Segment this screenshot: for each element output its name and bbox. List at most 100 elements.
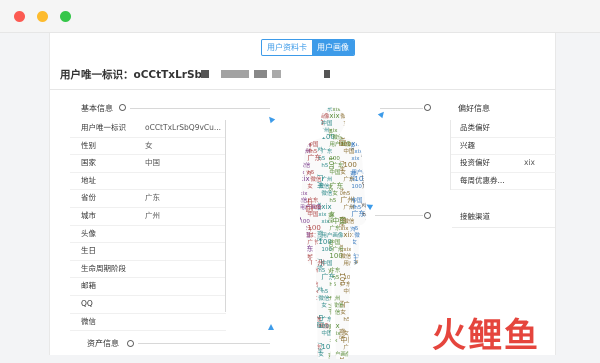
wordcloud-word: 微信	[294, 160, 302, 172]
wordcloud-word: 微信	[305, 282, 313, 294]
wordcloud-word: 女	[343, 119, 349, 127]
wordcloud-word: 100	[354, 261, 365, 267]
watermark-logo: 火 鲤 鱼	[432, 318, 538, 354]
wordcloud-word: 广东	[321, 315, 333, 323]
field-label: 兴趣	[460, 140, 475, 150]
wordcloud-word: 100	[299, 105, 312, 113]
wordcloud-word: h5	[362, 324, 369, 330]
wordcloud-word: 100	[354, 175, 367, 183]
wordcloud-word: 中国	[321, 259, 333, 267]
wordcloud-word: 微信	[299, 161, 311, 169]
redaction-block	[254, 70, 267, 78]
wordcloud-word: 女	[340, 308, 346, 316]
wordcloud-word: 女	[340, 168, 346, 176]
wordcloud-word: 广东	[365, 118, 378, 127]
wordcloud-word: h5	[318, 156, 325, 162]
wordcloud-word: 100	[307, 338, 318, 344]
logo-char: 鱼	[504, 316, 538, 356]
wordcloud-word: h5	[365, 345, 372, 351]
wordcloud-word: xix	[365, 259, 375, 267]
field-label: 用户唯一标识	[81, 123, 126, 132]
field-value: 女	[145, 140, 153, 150]
field-value: 广州	[145, 210, 160, 220]
wordcloud-word: 微信	[327, 352, 335, 363]
wordcloud-word: 微信	[332, 301, 344, 309]
table-row: 品类偏好	[451, 120, 556, 138]
connector-node	[424, 212, 431, 219]
wordcloud-word: 女	[362, 126, 368, 134]
table-row: 国家 中国	[70, 155, 226, 173]
wordcloud-word: 中国	[321, 119, 333, 127]
wordcloud-word: 微信	[294, 272, 302, 284]
wordcloud-word: 微信	[360, 286, 368, 298]
wordcloud-word: 微信	[340, 112, 352, 120]
field-label: 邮箱	[81, 281, 96, 291]
table-row: 省份 广东	[70, 190, 226, 208]
wordcloud-word: 广州	[360, 230, 369, 244]
user-portrait-wordcloud: 100微信广东 xix h5广州中国女 用户画像100xix 微信 广州h5广东 100中国…	[294, 105, 378, 363]
wordcloud-word: 中国	[321, 329, 333, 337]
wordcloud-word: xix	[305, 310, 311, 319]
connector-node	[424, 104, 431, 111]
wordcloud-word: 广东	[299, 244, 313, 253]
wordcloud-word: 中国	[307, 350, 319, 358]
field-label: 每周优惠券...	[460, 175, 505, 185]
wordcloud-word: xix	[321, 203, 331, 211]
tab-user-portrait[interactable]: 用户画像	[312, 40, 354, 55]
table-row: 用户唯一标识 oCCtTxLrSbQ9vCu...	[70, 120, 226, 138]
minimize-window-button[interactable]	[37, 11, 48, 22]
maximize-window-button[interactable]	[60, 11, 71, 22]
table-row: 投资偏好 xix	[451, 155, 556, 173]
wordcloud-word: 广东	[299, 287, 311, 295]
wordcloud-word: 微信	[329, 308, 341, 316]
wordcloud-word: 广东	[340, 280, 352, 288]
wordcloud-word: 微信	[332, 133, 344, 141]
wordcloud-word: 广州	[294, 356, 303, 363]
table-row: 城市 广州	[70, 208, 226, 226]
wordcloud-word: xix	[343, 247, 352, 253]
wordcloud-word: xix	[329, 338, 338, 344]
wordcloud-word: 微信	[351, 336, 363, 344]
wordcloud-word: 女	[360, 342, 368, 348]
wordcloud-word: 微信	[354, 119, 366, 127]
wordcloud-word: 广州	[349, 282, 357, 293]
wordcloud-word: 广州	[349, 114, 358, 128]
wordcloud-word: xix	[351, 350, 361, 358]
wordcloud-word: 微信	[351, 126, 363, 134]
wordcloud-word: 女	[310, 231, 316, 239]
wordcloud-word: 女	[307, 182, 313, 190]
wordcloud-word: h5	[299, 135, 306, 141]
wordcloud-word: 广东	[299, 329, 311, 337]
wordcloud-word: 微信	[349, 338, 357, 350]
wordcloud-word: h5	[299, 345, 306, 351]
redaction-block	[272, 70, 281, 78]
wordcloud-word: 女	[365, 147, 371, 155]
field-label: 生日	[81, 246, 96, 256]
table-row: 头像	[70, 226, 226, 244]
view-tabs: 用户资料卡 用户画像	[261, 39, 355, 56]
wordcloud-word: 女	[351, 238, 357, 246]
table-row: 地址	[70, 173, 226, 191]
wordcloud-word: 广东	[332, 161, 344, 169]
wordcloud-word: 女	[296, 112, 302, 120]
tab-user-profile-card[interactable]: 用户资料卡	[262, 40, 312, 55]
close-window-button[interactable]	[14, 11, 25, 22]
wordcloud-word: xix	[360, 258, 366, 267]
redaction-block	[201, 70, 209, 78]
wordcloud-word: 100	[299, 315, 312, 323]
wordcloud-word: 100	[307, 128, 318, 134]
wordcloud-word: 微信	[354, 231, 366, 239]
wordcloud-word: 广东	[365, 328, 378, 337]
wordcloud-word: 广东	[343, 343, 355, 351]
wordcloud-word: 100	[343, 161, 356, 169]
wordcloud-word: 100	[338, 356, 344, 363]
connector-line	[375, 215, 423, 216]
wordcloud-word: 中国	[329, 168, 341, 176]
wordcloud-word: 用户画像	[365, 287, 378, 295]
wordcloud-word: 微信	[360, 146, 368, 158]
field-value: 广东	[145, 193, 160, 203]
wordcloud-word: 微信	[340, 252, 352, 260]
wordcloud-word: 100	[362, 294, 375, 302]
field-label: QQ	[81, 298, 93, 308]
field-value: 中国	[145, 158, 160, 168]
